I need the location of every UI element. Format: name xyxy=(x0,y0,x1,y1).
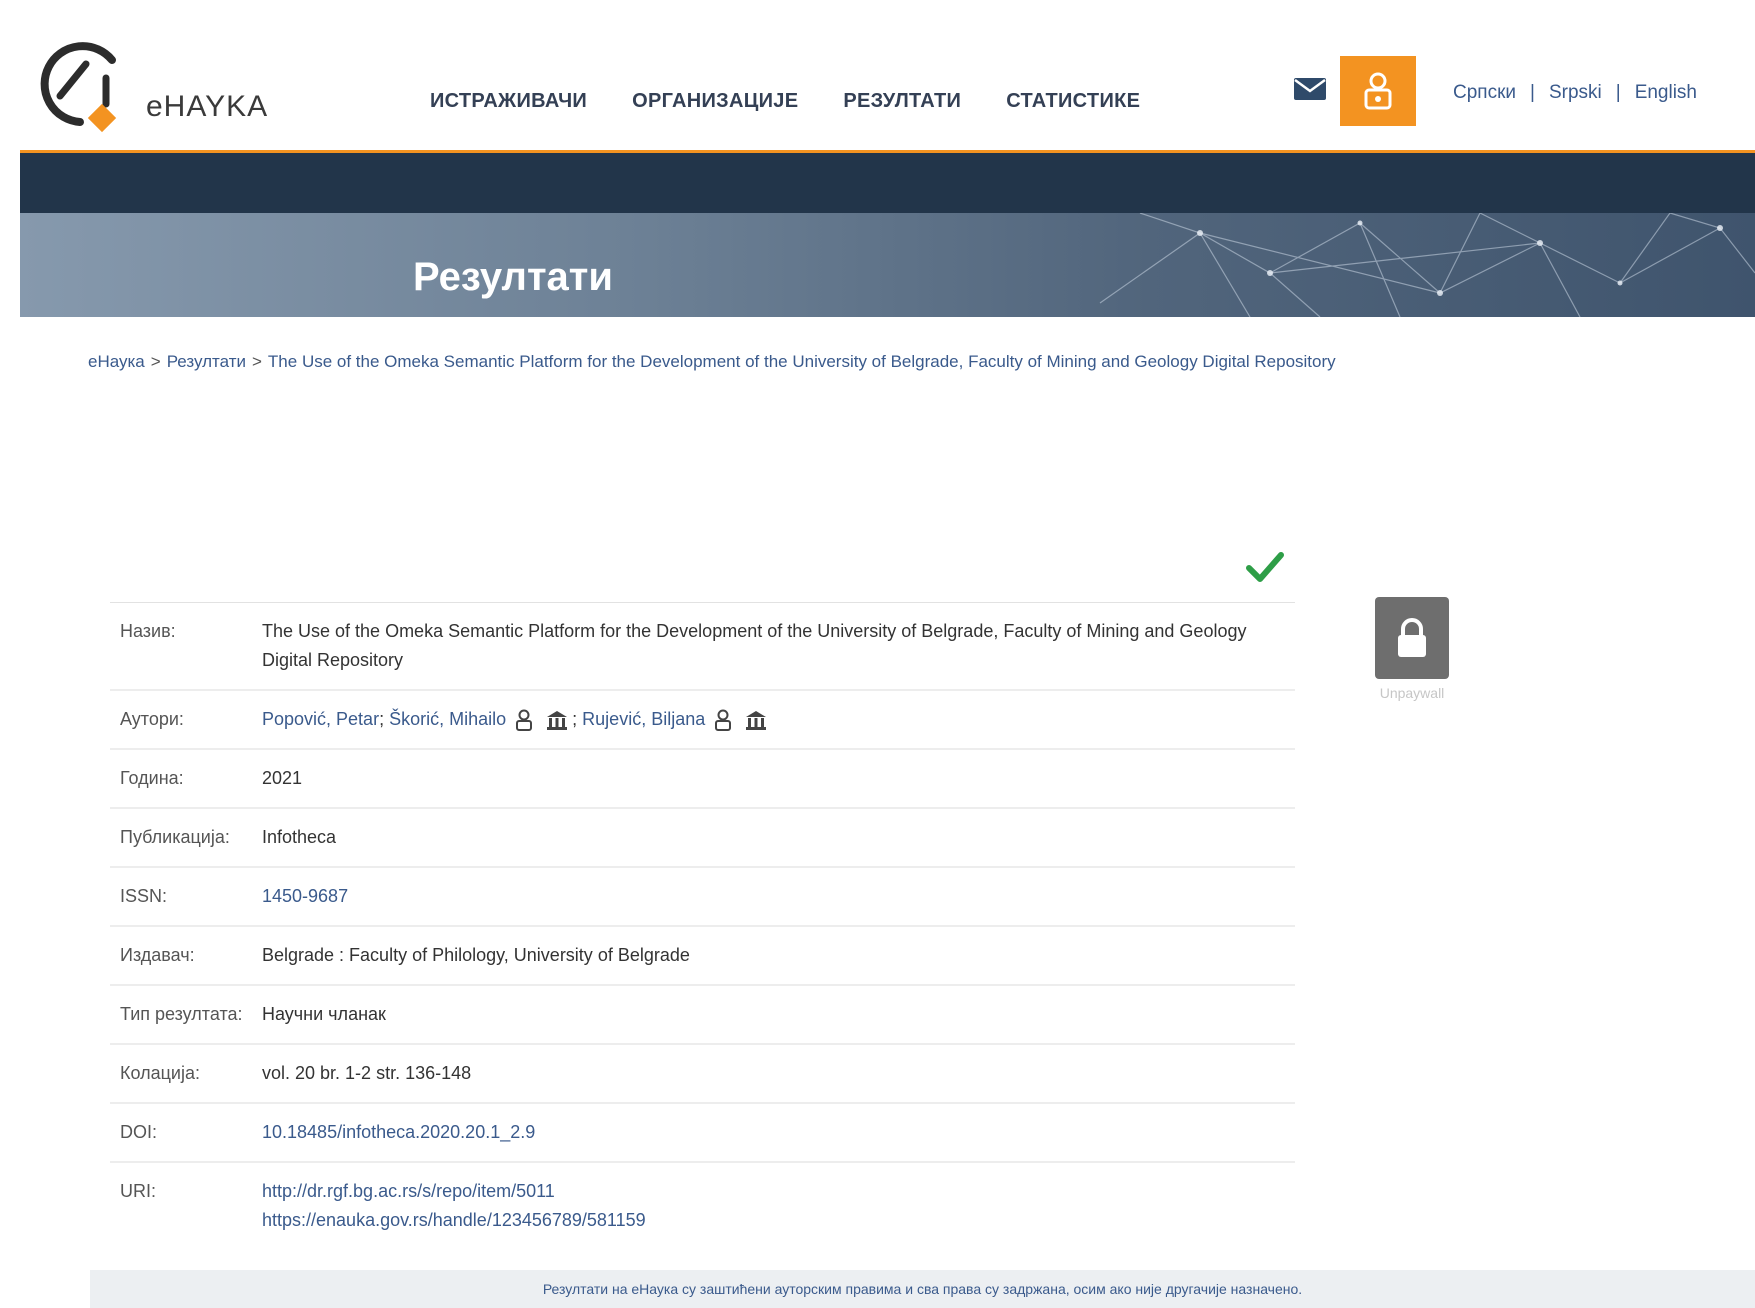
researcher-icon[interactable] xyxy=(514,709,534,732)
field-value-publisher: Belgrade : Faculty of Philology, Univers… xyxy=(262,945,690,965)
field-value-collation: vol. 20 br. 1-2 str. 136-148 xyxy=(262,1063,472,1083)
logo[interactable]: eHAYKA xyxy=(28,34,288,139)
field-label: Назив: xyxy=(120,621,176,641)
breadcrumb-home[interactable]: eНаука xyxy=(88,352,145,372)
field-label: Публикација: xyxy=(120,827,230,847)
page: eHAYKA ИСТРАЖИВАЧИ ОРГАНИЗАЦИЈЕ РЕЗУЛТАТ… xyxy=(20,22,1755,1308)
lang-latin[interactable]: Srpski xyxy=(1549,82,1602,104)
network-pattern-decoration xyxy=(1099,213,1755,317)
field-label: DOI: xyxy=(120,1122,158,1142)
field-label: Тип резултата: xyxy=(120,1004,243,1024)
field-label: ISSN: xyxy=(120,886,168,906)
author-link[interactable]: Popović, Petar xyxy=(262,709,379,729)
copyright-footer: Резултати на eНаука су заштићени ауторск… xyxy=(90,1270,1755,1308)
unpaywall-label: Unpaywall xyxy=(1379,685,1445,701)
issn-link[interactable]: 1450-9687 xyxy=(262,886,348,906)
page-title: Резултати xyxy=(413,255,613,299)
doi-link[interactable]: 10.18485/infotheca.2020.20.1_2.9 xyxy=(262,1122,535,1142)
nav-results[interactable]: РЕЗУЛТАТИ xyxy=(843,90,961,113)
lang-separator: | xyxy=(1530,82,1535,103)
researcher-icon[interactable] xyxy=(713,709,733,732)
main-nav: ИСТРАЖИВАЧИ ОРГАНИЗАЦИЈЕ РЕЗУЛТАТИ СТАТИ… xyxy=(430,90,1185,113)
field-value-result-type: Научни чланак xyxy=(262,1004,386,1024)
table-row-doi: DOI: 10.18485/infotheca.2020.20.1_2.9 xyxy=(110,1104,1295,1163)
table-row-title: Назив: The Use of the Omeka Semantic Pla… xyxy=(110,603,1295,691)
lang-separator: | xyxy=(1615,82,1621,103)
unpaywall-button[interactable] xyxy=(1375,597,1449,679)
field-label: Година: xyxy=(120,768,184,788)
unpaywall-badge[interactable]: Unpaywall xyxy=(1358,597,1466,701)
table-row-result-type: Тип резултата: Научни чланак xyxy=(110,986,1295,1045)
author-link[interactable]: Rujević, Biljana xyxy=(582,709,705,729)
lang-english[interactable]: English xyxy=(1635,82,1697,104)
field-value-authors: Popović, Petar; Škorić, Mihailo ; Rujevi… xyxy=(262,705,1295,734)
field-value-uri: http://dr.rgf.bg.ac.rs/s/repo/item/5011 … xyxy=(262,1177,1295,1235)
field-value-publication: Infotheca xyxy=(262,827,337,847)
lang-cyrillic[interactable]: Српски xyxy=(1453,82,1516,104)
breadcrumb-current: The Use of the Omeka Semantic Platform f… xyxy=(267,352,1336,371)
field-label: URI: xyxy=(120,1181,156,1201)
table-row-year: Година: 2021 xyxy=(110,750,1295,809)
breadcrumb-separator: > xyxy=(150,352,161,371)
table-row-publisher: Издавач: Belgrade : Faculty of Philology… xyxy=(110,927,1295,986)
field-value-issn: 1450-9687 xyxy=(262,882,1295,911)
institution-icon[interactable] xyxy=(545,709,569,731)
envelope-icon[interactable] xyxy=(1292,74,1328,104)
field-value-doi: 10.18485/infotheca.2020.20.1_2.9 xyxy=(262,1118,1295,1147)
author-link[interactable]: Škorić, Mihailo xyxy=(389,709,506,729)
table-row-issn: ISSN: 1450-9687 xyxy=(110,868,1295,927)
dark-band xyxy=(20,153,1755,213)
language-switcher: Српски | Srpski | English xyxy=(1453,82,1697,104)
logo-mark-icon xyxy=(40,42,117,133)
field-value-year: 2021 xyxy=(262,768,303,788)
breadcrumb: eНаука > Резултати > The Use of the Omek… xyxy=(88,352,1336,372)
table-row-collation: Колација: vol. 20 br. 1-2 str. 136-148 xyxy=(110,1045,1295,1104)
table-row-uri: URI: http://dr.rgf.bg.ac.rs/s/repo/item/… xyxy=(110,1163,1295,1249)
login-button[interactable] xyxy=(1340,56,1416,126)
record-details-table: Назив: The Use of the Omeka Semantic Pla… xyxy=(110,602,1295,1249)
nav-organizations[interactable]: ОРГАНИЗАЦИЈЕ xyxy=(632,90,798,113)
breadcrumb-results[interactable]: Резултати xyxy=(167,352,246,372)
uri-link[interactable]: http://dr.rgf.bg.ac.rs/s/repo/item/5011 xyxy=(262,1181,555,1201)
field-label: Аутори: xyxy=(120,709,184,729)
site-header: eHAYKA ИСТРАЖИВАЧИ ОРГАНИЗАЦИЈЕ РЕЗУЛТАТ… xyxy=(20,22,1755,152)
checkmark-icon xyxy=(1246,552,1284,582)
logo-text: eHAYKA xyxy=(146,90,269,123)
nav-researchers[interactable]: ИСТРАЖИВАЧИ xyxy=(430,90,587,113)
field-label: Издавач: xyxy=(120,945,195,965)
user-lock-icon xyxy=(1364,72,1392,110)
breadcrumb-separator: > xyxy=(251,352,262,371)
page-banner: Резултати xyxy=(20,213,1755,317)
author-separator: ; xyxy=(379,709,390,729)
field-label: Колација: xyxy=(120,1063,200,1083)
table-row-authors: Аутори: Popović, Petar; Škorić, Mihailo … xyxy=(110,691,1295,750)
nav-statistics[interactable]: СТАТИСТИКЕ xyxy=(1006,90,1140,113)
author-separator: ; xyxy=(572,709,583,729)
institution-icon[interactable] xyxy=(744,709,768,731)
lock-icon xyxy=(1398,618,1426,657)
field-value-title: The Use of the Omeka Semantic Platform f… xyxy=(262,621,1247,670)
uri-link[interactable]: https://enauka.gov.rs/handle/123456789/5… xyxy=(262,1210,646,1230)
table-row-publication: Публикација: Infotheca xyxy=(110,809,1295,868)
